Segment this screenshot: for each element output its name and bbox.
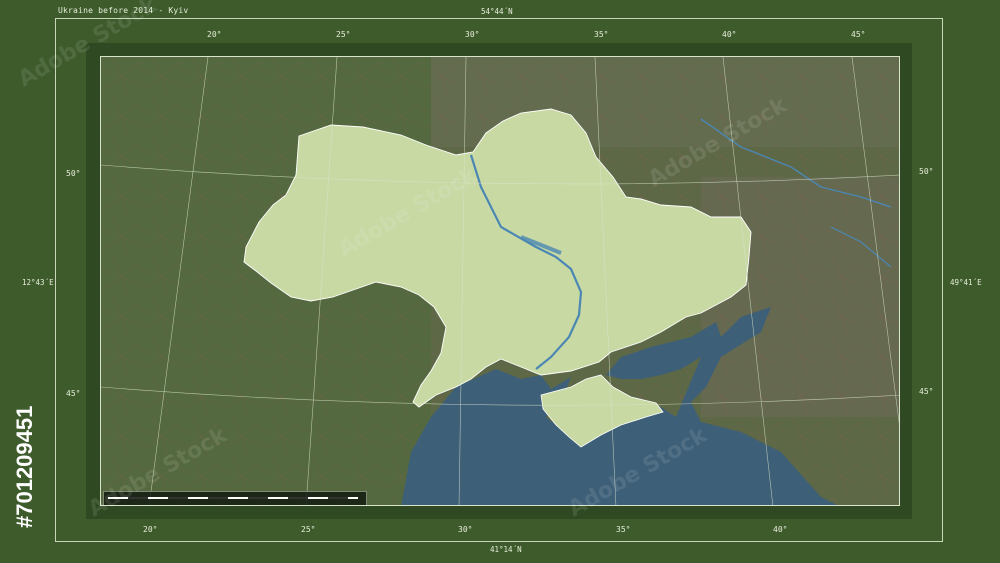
lat-tick-right: 45° [919,387,934,396]
coord-left: 12°43´E [22,278,54,287]
scale-bar [103,491,367,505]
map-title: Ukraine before 2014 - Kyiv [58,6,189,15]
coord-right: 49°41´E [950,278,982,287]
coord-bottom: 41°14´N [490,545,522,554]
coord-top: 54°44´N [481,7,513,16]
lon-tick-bottom: 20° [143,525,158,534]
lat-tick-left: 50° [66,169,81,178]
lon-tick-bottom: 25° [301,525,316,534]
map-area[interactable] [100,56,900,506]
lon-tick-bottom: 40° [773,525,788,534]
lon-tick-top: 40° [722,30,737,39]
lon-tick-bottom: 30° [458,525,473,534]
lon-tick-top: 30° [465,30,480,39]
lon-tick-top: 35° [594,30,609,39]
lat-tick-right: 50° [919,167,934,176]
lon-tick-top: 20° [207,30,222,39]
map-canvas [101,57,899,505]
lat-tick-left: 45° [66,389,81,398]
image-id-text: #701209451 [12,406,37,528]
image-id-label: #701209451 [4,330,38,530]
lon-tick-bottom: 35° [616,525,631,534]
lon-tick-top: 25° [336,30,351,39]
lon-tick-top: 45° [851,30,866,39]
